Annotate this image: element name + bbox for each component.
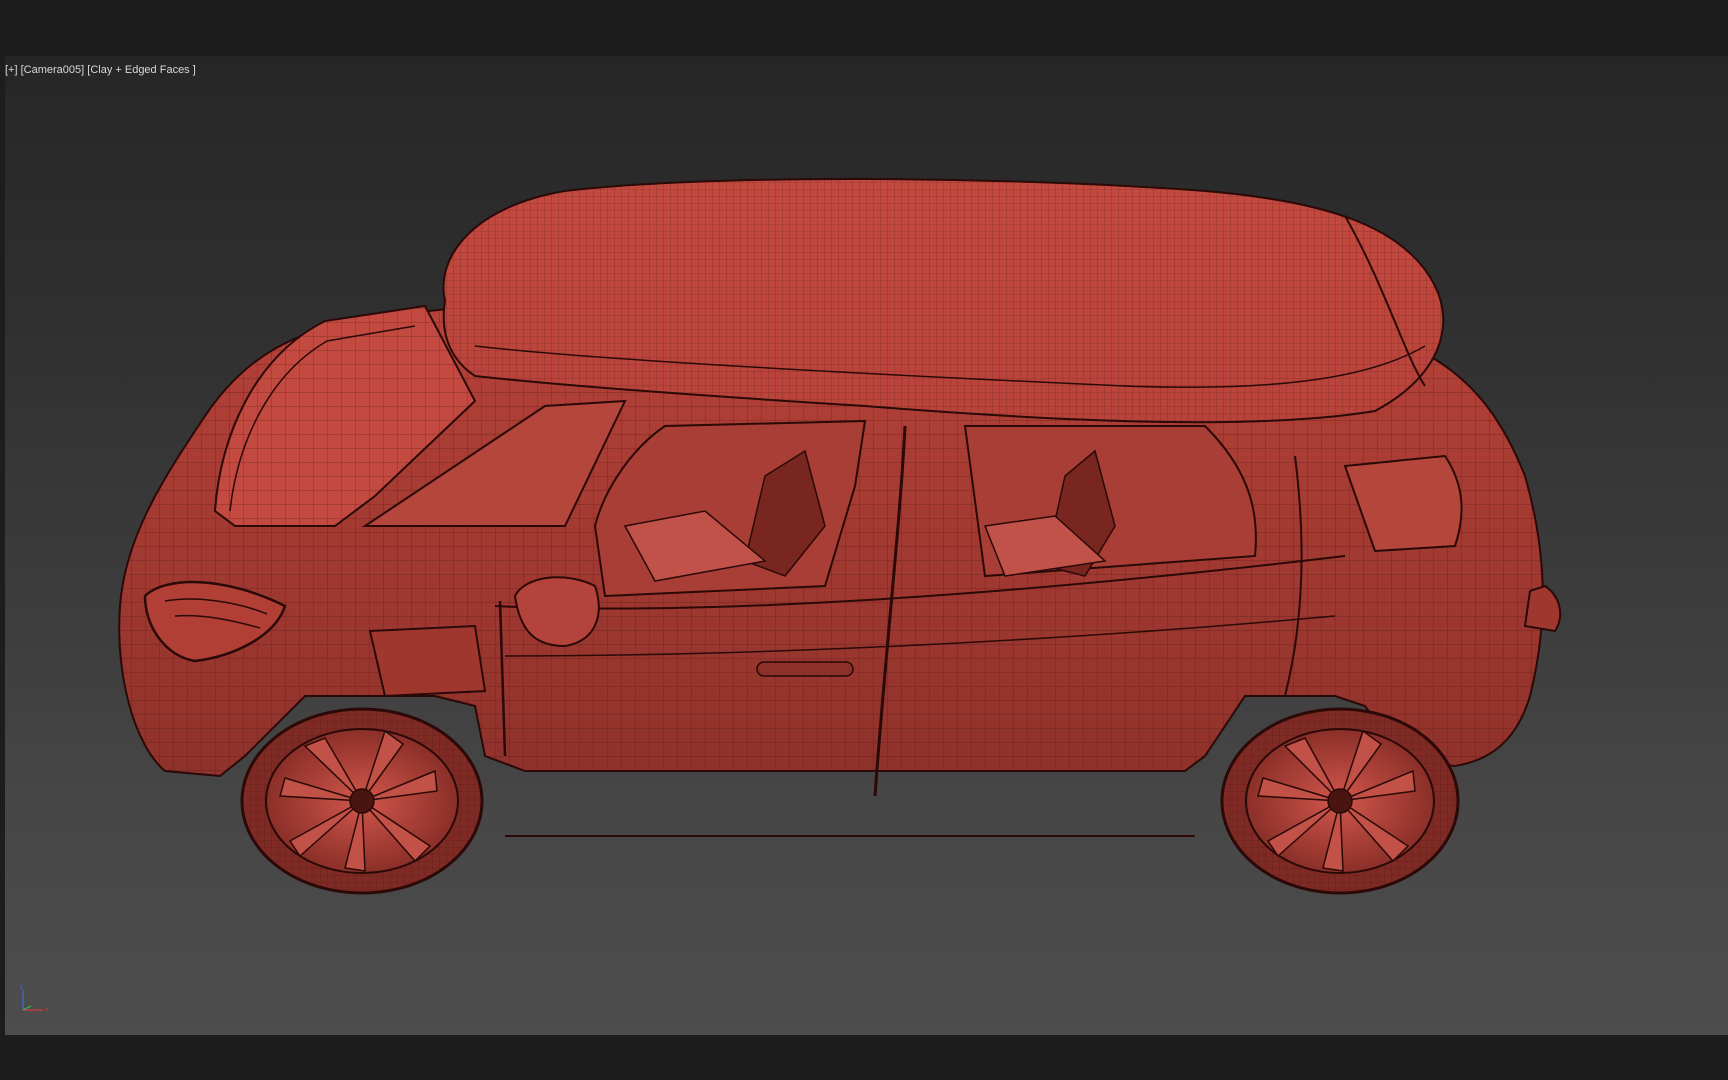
top-bar [0, 0, 1728, 56]
bottom-bar [0, 1035, 1728, 1080]
axis-gizmo: z x [20, 984, 49, 1013]
car-roof [442, 178, 1445, 424]
axis-z-label: z [20, 984, 23, 991]
car-model-render[interactable] [5, 56, 1728, 1035]
door-handle [756, 661, 854, 677]
front-wheel [240, 707, 484, 895]
camera-viewport[interactable]: [+] [Camera005] [Clay + Edged Faces ] z … [5, 56, 1728, 1035]
rear-wheel [1220, 707, 1460, 895]
axis-x-label: x [45, 1006, 49, 1013]
car-taillight [1523, 584, 1562, 633]
app-window: [+] [Camera005] [Clay + Edged Faces ] z … [0, 0, 1728, 1080]
